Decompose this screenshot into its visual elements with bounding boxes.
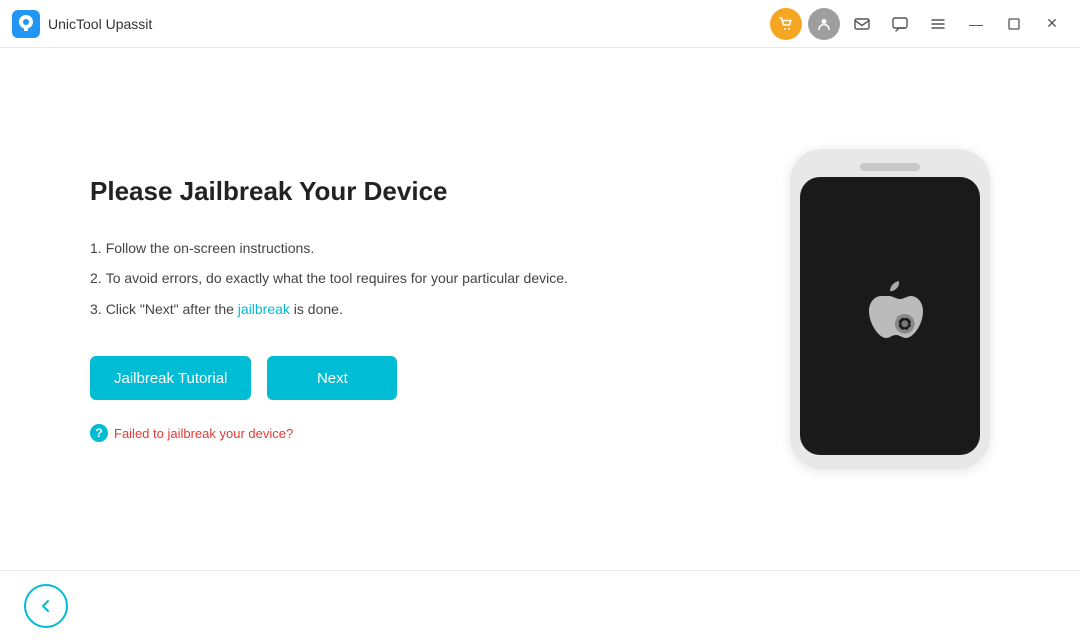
failed-jailbreak-text: Failed to jailbreak your device? <box>114 426 293 441</box>
instruction-1: 1. Follow the on-screen instructions. <box>90 237 730 259</box>
instruction-3-num: 3. <box>90 298 102 320</box>
instructions-list: 1. Follow the on-screen instructions. 2.… <box>90 237 730 320</box>
next-button[interactable]: Next <box>267 356 397 400</box>
titlebar-right: — ✕ <box>770 8 1068 40</box>
instruction-3-text: Click "Next" after the jailbreak is done… <box>106 298 343 320</box>
bottom-bar <box>0 570 1080 640</box>
phone-screen <box>800 177 980 455</box>
instruction-2-text: To avoid errors, do exactly what the too… <box>106 267 568 289</box>
instruction-2: 2. To avoid errors, do exactly what the … <box>90 267 730 289</box>
phone-notch <box>860 163 920 171</box>
menu-icon[interactable] <box>922 8 954 40</box>
cart-icon[interactable] <box>770 8 802 40</box>
back-button[interactable] <box>24 584 68 628</box>
maximize-button[interactable] <box>998 8 1030 40</box>
chat-icon[interactable] <box>884 8 916 40</box>
instruction-1-text: Follow the on-screen instructions. <box>106 237 315 259</box>
minimize-button[interactable]: — <box>960 8 992 40</box>
highlight-jailbreak: jailbreak <box>238 301 290 317</box>
apple-gear-icon <box>845 271 935 361</box>
question-icon: ? <box>90 424 108 442</box>
phone-mockup <box>790 149 990 469</box>
close-button[interactable]: ✕ <box>1036 8 1068 40</box>
left-panel: Please Jailbreak Your Device 1. Follow t… <box>90 176 790 442</box>
instruction-2-num: 2. <box>90 267 102 289</box>
app-title: UnicTool Upassit <box>48 16 152 32</box>
instruction-3: 3. Click "Next" after the jailbreak is d… <box>90 298 730 320</box>
titlebar-left: UnicTool Upassit <box>12 10 152 38</box>
main-content: Please Jailbreak Your Device 1. Follow t… <box>0 48 1080 570</box>
user-icon[interactable] <box>808 8 840 40</box>
jailbreak-tutorial-button[interactable]: Jailbreak Tutorial <box>90 356 251 400</box>
titlebar: UnicTool Upassit <box>0 0 1080 48</box>
instruction-1-num: 1. <box>90 237 102 259</box>
failed-jailbreak-link[interactable]: ? Failed to jailbreak your device? <box>90 424 730 442</box>
app-logo-icon <box>12 10 40 38</box>
button-row: Jailbreak Tutorial Next <box>90 356 730 400</box>
page-title: Please Jailbreak Your Device <box>90 176 730 207</box>
content-wrapper: Please Jailbreak Your Device 1. Follow t… <box>90 149 990 469</box>
mail-icon[interactable] <box>846 8 878 40</box>
